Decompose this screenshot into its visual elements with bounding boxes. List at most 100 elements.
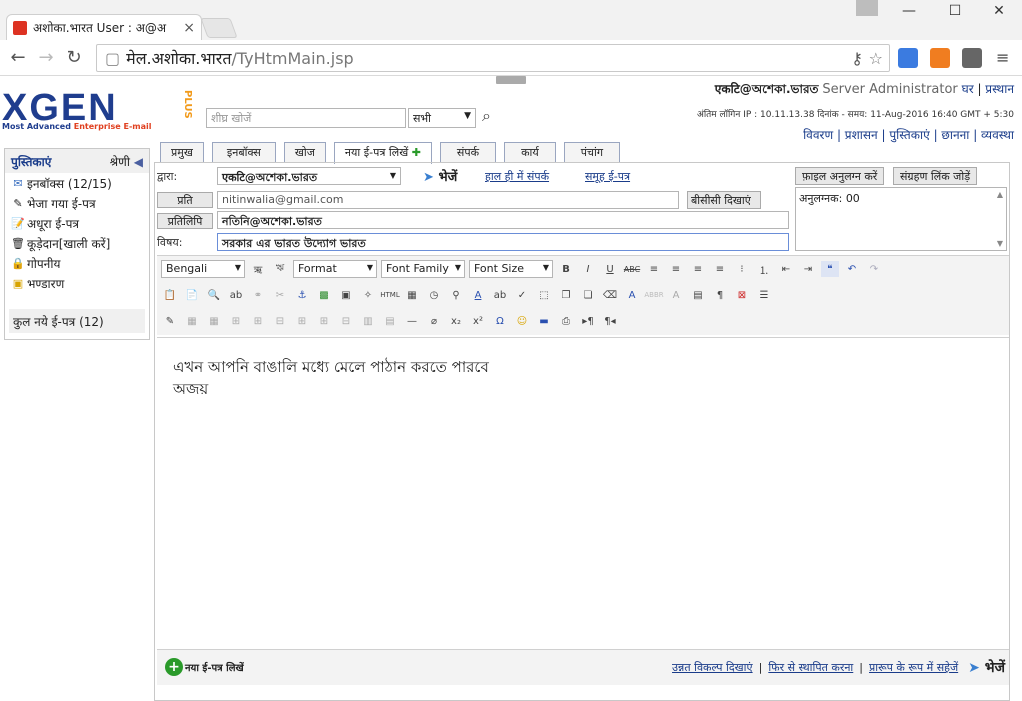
tab-contacts[interactable]: संपर्क	[439, 142, 497, 162]
align-left-icon[interactable]: ≡	[645, 261, 663, 277]
delete-col-icon[interactable]: ⊟	[337, 313, 355, 329]
details-link[interactable]: विवरण	[803, 128, 833, 142]
search-scope-select[interactable]: सभी ▼	[408, 108, 476, 128]
subscript-icon[interactable]: x₂	[447, 313, 465, 329]
attach-file-button[interactable]: फ़ाइल अनुलग्न करें	[795, 167, 885, 185]
cleanup-icon[interactable]: ✧	[359, 287, 377, 303]
recent-contacts-link[interactable]: हाल ही में संपर्क	[485, 169, 549, 184]
message-body-editor[interactable]: এখন আপনি বাঙালি মধ্যে মেলে পাঠান করতে পা…	[157, 337, 1009, 643]
new-tab-button[interactable]	[200, 18, 238, 38]
rtl-icon[interactable]: ¶◂	[601, 313, 619, 329]
find-icon[interactable]: 🔍	[205, 287, 223, 303]
to-field[interactable]: nitinwalia@gmail.com	[217, 191, 679, 209]
tab-home[interactable]: प्रमुख	[160, 142, 204, 162]
redo-icon[interactable]: ↷	[865, 261, 883, 277]
abbr-icon[interactable]: ABBR	[644, 287, 663, 303]
split-cell-icon[interactable]: ▥	[359, 313, 377, 329]
tab-tasks[interactable]: कार्य	[504, 142, 556, 162]
sidebar-item-storage[interactable]: ▣ भण्डारण	[5, 273, 149, 293]
emoticon-icon[interactable]: ☺	[513, 313, 531, 329]
storage-link-button[interactable]: संग्रहण लिंक जोड़ें	[893, 167, 978, 185]
to-button[interactable]: प्रति	[157, 192, 213, 208]
table-props-icon[interactable]: ▦	[205, 313, 223, 329]
language-select[interactable]: Bengali ▼	[161, 260, 245, 278]
italic-icon[interactable]: I	[579, 261, 597, 277]
send-button-top[interactable]: ➤ भेजें	[423, 167, 457, 185]
collapse-handle[interactable]	[496, 76, 526, 84]
save-draft-link[interactable]: प्रारूप के रूप में सहेजें	[869, 660, 958, 675]
folders-link[interactable]: पुस्तिकाएं	[889, 128, 929, 142]
select-all-icon[interactable]: ⬚	[535, 287, 553, 303]
sidebar-item-drafts[interactable]: 📝 अधूरा ई-पत्र	[5, 213, 149, 233]
close-window-button[interactable]: ✕	[976, 0, 1022, 22]
remove-format-icon[interactable]: ⌫	[601, 287, 619, 303]
edit-icon[interactable]: ✎	[161, 313, 179, 329]
tab-search[interactable]: खोज	[283, 142, 326, 162]
media-icon[interactable]: ▣	[337, 287, 355, 303]
insert-date-icon[interactable]: ▦	[403, 287, 421, 303]
quick-search-input[interactable]: शीघ्र खोजें	[206, 108, 406, 128]
back-icon[interactable]: ←	[4, 47, 32, 68]
row-before-icon[interactable]: ⊞	[227, 313, 245, 329]
sidebar-item-inbox[interactable]: ✉ इनबॉक्स (12/15)	[5, 173, 149, 193]
eraser-icon[interactable]: ⌀	[425, 313, 443, 329]
image-icon[interactable]: ▩	[315, 287, 333, 303]
minimize-button[interactable]: —	[886, 0, 932, 22]
special-char-icon[interactable]: Ω	[491, 313, 509, 329]
filter-link[interactable]: छानना	[941, 128, 969, 142]
attributes-icon[interactable]: ▤	[689, 287, 707, 303]
merge-cell-icon[interactable]: ▤	[381, 313, 399, 329]
strikethrough-icon[interactable]: ABC	[623, 261, 641, 277]
extension-shield-icon[interactable]	[962, 48, 982, 68]
category-toggle[interactable]: श्रेणी ◀	[110, 153, 143, 170]
reset-link[interactable]: फिर से स्थापित करना	[768, 660, 853, 675]
logout-link[interactable]: प्रस्थान	[985, 82, 1014, 96]
sidebar-item-trash[interactable]: 🗑 कूड़ेदान[खाली करें]	[5, 233, 149, 253]
style-icon[interactable]: A	[623, 287, 641, 303]
page-break-icon[interactable]: ☰	[755, 287, 773, 303]
align-center-icon[interactable]: ≡	[667, 261, 685, 277]
paste-text-icon[interactable]: ❏	[579, 287, 597, 303]
forward-icon[interactable]: →	[32, 47, 60, 68]
print-icon[interactable]: ⎙	[557, 313, 575, 329]
font-size-select[interactable]: Font Size ▼	[469, 260, 553, 278]
preview-icon[interactable]: ⚲	[447, 287, 465, 303]
paste-icon[interactable]: 📋	[161, 287, 179, 303]
extension-chart-icon[interactable]	[930, 48, 950, 68]
numbered-list-icon[interactable]: ⒈	[755, 261, 773, 277]
group-mail-link[interactable]: समूह ई-पत्र	[585, 169, 630, 184]
tab-close-icon[interactable]: ×	[183, 20, 195, 36]
new-mail-button[interactable]: + नया ई-पत्र लिखें	[165, 658, 244, 676]
advanced-options-link[interactable]: उन्नत विकल्प दिखाएं	[672, 660, 753, 675]
indent-icon[interactable]: ⇥	[799, 261, 817, 277]
key-icon[interactable]: ⚷	[851, 49, 863, 68]
tab-inbox[interactable]: इनबॉक्स	[211, 142, 276, 162]
format-select[interactable]: Format ▼	[293, 260, 377, 278]
maximize-button[interactable]: ☐	[932, 0, 978, 22]
table-icon[interactable]: ▦	[183, 313, 201, 329]
insert-time-icon[interactable]: ◷	[425, 287, 443, 303]
align-right-icon[interactable]: ≡	[689, 261, 707, 277]
search-icon[interactable]: ⌕	[482, 106, 491, 126]
pilcrow-icon[interactable]: ¶	[711, 287, 729, 303]
hr-icon[interactable]: —	[403, 313, 421, 329]
show-bcc-button[interactable]: बीसीसी दिखाएं	[687, 191, 761, 209]
sidebar-item-confidential[interactable]: 🔒 गोपनीय	[5, 253, 149, 273]
star-icon[interactable]: ☆	[869, 49, 883, 68]
profile-icon[interactable]	[856, 0, 878, 16]
cc-button[interactable]: प्रतिलिपि	[157, 213, 213, 229]
tab-compose[interactable]: नया ई-पत्र लिखें ✚	[333, 142, 432, 164]
home-link[interactable]: घर	[962, 82, 974, 96]
underline-icon[interactable]: U	[601, 261, 619, 277]
delete-row-icon[interactable]: ⊟	[271, 313, 289, 329]
unlink-icon[interactable]: ✂	[271, 287, 289, 303]
browser-tab[interactable]: अशोका.भारत User : अ@अ ×	[6, 14, 202, 40]
transliterate-icon[interactable]: ऋ	[249, 261, 267, 277]
cc-field[interactable]: নতিনি@অশেকা.ভারত	[217, 211, 789, 229]
bold-icon[interactable]: B	[557, 261, 575, 277]
undo-icon[interactable]: ↶	[843, 261, 861, 277]
blockquote-icon[interactable]: ❝	[821, 261, 839, 277]
replace-icon[interactable]: ab	[227, 287, 245, 303]
paste-word-icon[interactable]: 📄	[183, 287, 201, 303]
strike-a-icon[interactable]: A	[667, 287, 685, 303]
